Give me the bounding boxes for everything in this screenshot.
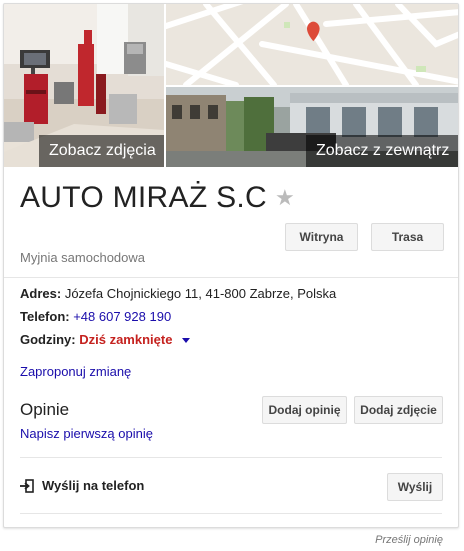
caret-down-icon[interactable]: [182, 338, 191, 344]
interior-photo[interactable]: Zobacz zdjęcia: [4, 4, 164, 167]
view-photos-caption[interactable]: Zobacz zdjęcia: [39, 135, 164, 167]
send-to-phone-label[interactable]: Wyślij na telefon: [42, 478, 144, 493]
suggest-edit-link[interactable]: Zaproponuj zmianę: [20, 364, 131, 379]
add-review-button[interactable]: Dodaj opinię: [262, 396, 347, 424]
address-label: Adres:: [20, 286, 62, 301]
divider: [4, 277, 458, 278]
send-to-phone-icon: [20, 478, 34, 493]
business-title-row: AUTO MIRAŻ S.C ★: [20, 178, 295, 218]
address-line: Adres: Józefa Chojnickiego 11, 41-800 Za…: [20, 286, 336, 301]
write-first-review-link[interactable]: Napisz pierwszą opinię: [20, 426, 153, 441]
send-to-phone-row[interactable]: Wyślij na telefon: [20, 478, 144, 493]
phone-line: Telefon: +48 607 928 190: [20, 309, 171, 324]
view-outside-caption[interactable]: Zobacz z zewnątrz: [306, 135, 458, 167]
feedback-link[interactable]: Prześlij opinię: [375, 534, 443, 546]
header-images: Zobacz zdjęcia Zobacz z zewnątrz: [4, 4, 458, 167]
hours-line: Godziny: Dziś zamknięte: [20, 332, 191, 347]
star-icon[interactable]: ★: [275, 187, 295, 209]
hours-status[interactable]: Dziś zamknięte: [79, 332, 172, 347]
street-view-photo[interactable]: Zobacz z zewnątrz: [166, 87, 458, 167]
phone-label: Telefon:: [20, 309, 70, 324]
address-value: Józefa Chojnickiego 11, 41-800 Zabrze, P…: [64, 286, 337, 301]
business-category: Myjnia samochodowa: [20, 250, 146, 265]
divider: [20, 457, 442, 458]
map-image: [166, 4, 458, 85]
divider: [20, 513, 442, 514]
directions-button[interactable]: Trasa: [371, 223, 444, 251]
knowledge-panel: Zobacz zdjęcia Zobacz z zewnątrz AUTO MI…: [3, 3, 459, 528]
add-photo-button[interactable]: Dodaj zdjęcie: [354, 396, 443, 424]
send-button[interactable]: Wyślij: [387, 473, 443, 501]
phone-number-link[interactable]: +48 607 928 190: [73, 309, 171, 324]
map-thumbnail[interactable]: [166, 4, 458, 85]
hours-label: Godziny:: [20, 332, 76, 347]
website-button[interactable]: Witryna: [285, 223, 358, 251]
business-name: AUTO MIRAŻ S.C: [20, 181, 267, 214]
reviews-heading: Opinie: [20, 400, 70, 419]
